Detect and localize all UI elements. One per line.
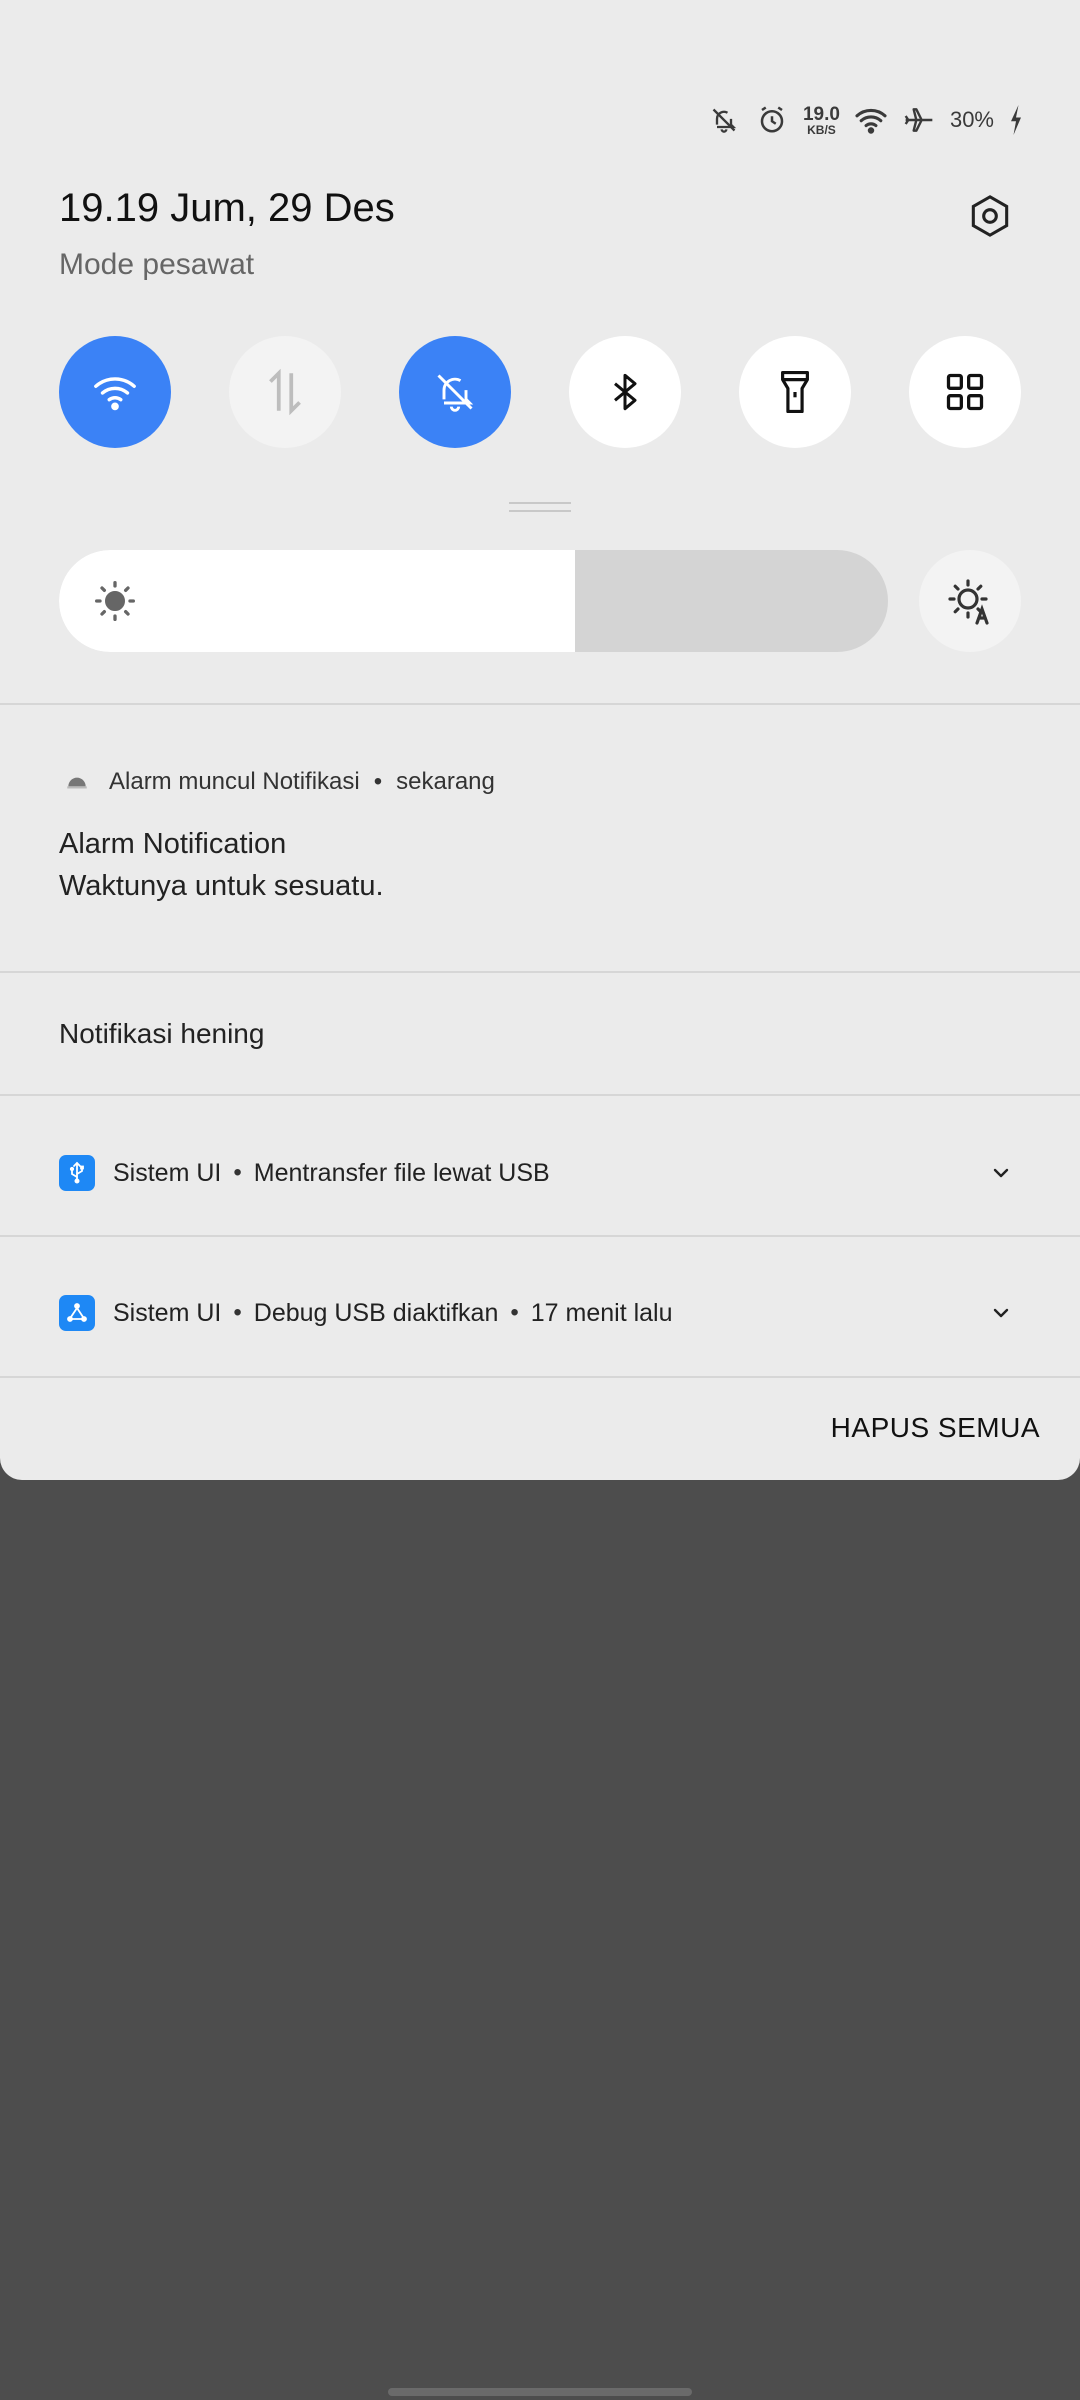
wifi-icon	[94, 377, 136, 411]
debug-icon	[59, 1295, 95, 1331]
date-time: 19.19 Jum, 29 Des	[59, 186, 395, 230]
flashlight-icon	[781, 370, 809, 414]
divider	[0, 1094, 1080, 1096]
settings-button[interactable]	[962, 188, 1018, 244]
wifi-toggle[interactable]	[59, 336, 171, 448]
net-speed-value: 19.0	[802, 103, 840, 125]
charging-icon	[1008, 103, 1024, 137]
wifi-icon	[854, 103, 888, 137]
row-text: Mentransfer file lewat USB	[253, 1158, 550, 1187]
clear-all-button[interactable]: HAPUS SEMUA	[831, 1412, 1040, 1444]
separator-dot: •	[233, 1299, 242, 1326]
row-app-name: Sistem UI	[113, 1298, 222, 1327]
notification-time: sekarang	[396, 768, 495, 795]
alarm-clock-icon	[755, 103, 789, 137]
do-not-disturb-toggle[interactable]	[399, 336, 511, 448]
usb-icon	[59, 1155, 95, 1191]
panel-drag-handle[interactable]	[509, 502, 571, 512]
status-bar: 19.0 KB/S 30%	[707, 98, 1024, 142]
bluetooth-toggle[interactable]	[569, 336, 681, 448]
auto-brightness-icon	[948, 579, 989, 625]
connectivity-mode: Mode pesawat	[59, 248, 255, 281]
brightness-slider[interactable]	[59, 550, 888, 652]
divider	[0, 703, 1080, 705]
separator-dot: •	[233, 1159, 242, 1186]
more-apps-toggle[interactable]	[909, 336, 1021, 448]
usb-debug-notification[interactable]: Sistem UI • Debug USB diaktifkan • 17 me…	[59, 1293, 1021, 1333]
row-text: Debug USB diaktifkan	[253, 1298, 499, 1327]
notification-title[interactable]: Alarm Notification	[59, 828, 286, 861]
flashlight-toggle[interactable]	[739, 336, 851, 448]
notification-shade: 19.0 KB/S 30% 19.19 Jum, 29 Des Mode pes…	[0, 0, 1080, 1480]
navigation-gesture-bar[interactable]	[388, 2388, 692, 2396]
separator-dot: •	[510, 1299, 519, 1326]
bell-off-icon	[437, 374, 474, 412]
usb-transfer-notification[interactable]: Sistem UI • Mentransfer file lewat USB	[59, 1153, 1021, 1193]
brightness-level-fill	[59, 550, 576, 652]
row-time: 17 menit lalu	[530, 1298, 673, 1327]
battery-level: 30%	[949, 107, 994, 132]
notification-text[interactable]: Waktunya untuk sesuatu.	[59, 870, 384, 903]
mobile-data-toggle[interactable]	[229, 336, 341, 448]
expand-chevron-icon[interactable]	[981, 1293, 1021, 1333]
divider	[0, 971, 1080, 973]
divider	[0, 1235, 1080, 1237]
separator-dot: •	[373, 768, 383, 795]
row-app-name: Sistem UI	[113, 1158, 222, 1187]
expand-chevron-icon[interactable]	[981, 1153, 1021, 1193]
net-speed-unit: KB/S	[807, 122, 836, 137]
bluetooth-icon	[614, 373, 637, 411]
data-transfer-icon	[269, 368, 301, 416]
sun-icon	[95, 581, 135, 621]
notification-app-name: Alarm muncul Notifikasi	[109, 768, 360, 795]
grid-icon	[946, 373, 984, 411]
bell-muted-icon	[707, 103, 741, 137]
network-speed: 19.0 KB/S	[803, 105, 840, 136]
gear-icon	[971, 195, 1009, 237]
auto-brightness-button[interactable]	[919, 550, 1021, 652]
quick-settings-toggles	[59, 336, 1021, 448]
divider	[0, 1376, 1080, 1378]
airplane-icon	[902, 103, 936, 137]
alarm-app-icon	[59, 764, 95, 800]
notification-header[interactable]: Alarm muncul Notifikasi • sekarang	[59, 764, 495, 800]
silent-notifications-header: Notifikasi hening	[59, 1018, 265, 1049]
